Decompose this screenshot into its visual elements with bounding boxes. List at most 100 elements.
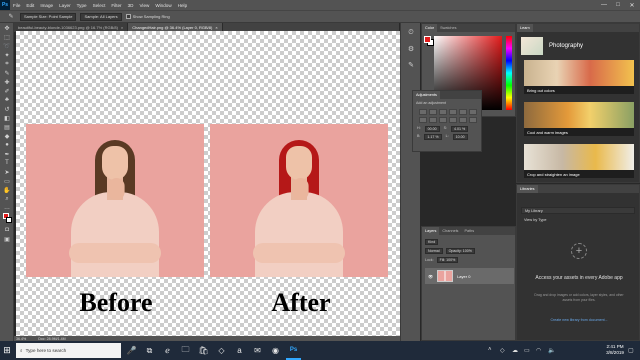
crop-tool-icon[interactable]: ⌗ [2,60,12,68]
background-color-swatch[interactable] [6,217,12,223]
kind-filter-select[interactable]: Kind [425,238,439,245]
quick-mask-icon[interactable]: ◘ [2,226,12,234]
create-library-link[interactable]: Create new library from document... [527,318,631,322]
sample-select[interactable]: Sample: All Layers [80,12,122,21]
pen-tool-icon[interactable]: ✒ [2,150,12,158]
channel-mixer-icon[interactable] [449,117,457,123]
menu-image[interactable]: Image [37,3,56,8]
photo-filter-icon[interactable] [439,117,447,123]
menu-file[interactable]: File [10,3,23,8]
invert-icon[interactable] [469,117,477,123]
brush-tool-icon[interactable]: ✐ [2,87,12,95]
taskbar-search[interactable]: ⌕ Type here to search [16,343,121,358]
clone-stamp-icon[interactable]: ♣ [2,96,12,104]
marquee-tool-icon[interactable]: ⬚ [2,33,12,41]
task-view-icon[interactable]: ⧉ [142,341,157,360]
sample-size-select[interactable]: Sample Size: Point Sample [20,12,77,21]
move-tool-icon[interactable]: ✥ [2,24,12,32]
color-swatches[interactable] [2,213,12,225]
tab-libraries[interactable]: Libraries [517,185,538,193]
h-field[interactable]: 00.00 [424,126,440,132]
app-icon[interactable]: ◉ [268,341,283,360]
shape-tool-icon[interactable]: ▭ [2,177,12,185]
menu-layer[interactable]: Layer [56,3,74,8]
zoom-tool-icon[interactable]: ⌕ [2,195,12,203]
visibility-eye-icon[interactable]: 👁 [428,274,433,279]
menu-edit[interactable]: Edit [23,3,37,8]
tab-learn[interactable]: Learn [517,24,533,32]
tab-layers[interactable]: Layers [422,227,440,235]
b-field[interactable]: 1.17 % [424,134,442,140]
history-brush-icon[interactable]: ↺ [2,105,12,113]
tab-adjustments[interactable]: Adjustments [413,91,440,99]
close-tab-icon[interactable]: × [121,25,123,30]
history-icon[interactable]: ⏲ [405,27,417,39]
store-icon[interactable]: 🛍 [196,341,211,360]
tab-paths[interactable]: Paths [461,227,477,235]
menu-view[interactable]: View [136,3,152,8]
hue-saturation-icon[interactable] [469,109,477,115]
tab-color[interactable]: Color [422,24,438,32]
foreground-color-swatch[interactable] [424,36,431,43]
menu-filter[interactable]: Filter [108,3,124,8]
menu-window[interactable]: Window [152,3,174,8]
blend-mode-select[interactable]: Normal [425,247,443,254]
notifications-icon[interactable]: ▢ [628,347,634,354]
healing-brush-icon[interactable]: ✚ [2,78,12,86]
shopping-icon[interactable]: a [232,341,247,360]
menu-select[interactable]: Select [90,3,109,8]
hue-slider[interactable] [506,36,512,110]
s-field[interactable]: 4.01 % [451,126,469,132]
screen-mode-icon[interactable]: ▣ [2,235,12,243]
battery-icon[interactable]: ▭ [524,347,530,354]
layer-name[interactable]: Layer 0 [457,274,470,279]
black-white-icon[interactable] [429,117,437,123]
hand-tool-icon[interactable]: ✋ [2,186,12,194]
taskbar-clock[interactable]: 2:41 PM 3/8/2019 [606,344,624,356]
brightness-contrast-icon[interactable] [419,109,427,115]
fill-field[interactable]: Fill: 100% [436,256,459,263]
minimize-button[interactable]: — [598,0,610,10]
menu-help[interactable]: Help [175,3,190,8]
tab-swatches[interactable]: Swatches [437,24,459,32]
l-field[interactable]: 10.00 [452,134,468,140]
color-balance-icon[interactable] [419,117,427,123]
eraser-tool-icon[interactable]: ◧ [2,114,12,122]
type-tool-icon[interactable]: T [2,159,12,167]
tray-up-icon[interactable]: ˄ [488,347,492,353]
quick-select-tool-icon[interactable]: ✦ [2,51,12,59]
dropbox-icon[interactable]: ◇ [214,341,229,360]
document-canvas[interactable]: Before After [16,31,400,336]
opacity-field[interactable]: Opacity: 100% [445,247,475,254]
vibrance-icon[interactable] [459,109,467,115]
view-by-select[interactable]: View by Type [521,216,571,223]
learn-card-crop-straighten[interactable]: Crop and straighten an image [524,144,634,178]
add-asset-icon[interactable]: + [571,243,587,259]
edge-icon[interactable]: ℯ [160,341,175,360]
path-select-icon[interactable]: ➤ [2,168,12,176]
microphone-icon[interactable]: 🎤 [124,341,139,360]
library-select[interactable]: My Library [521,207,635,214]
mail-icon[interactable]: ✉ [250,341,265,360]
close-button[interactable]: ✕ [626,0,638,10]
menu-3d[interactable]: 3D [125,3,137,8]
blur-tool-icon[interactable]: ◆ [2,132,12,140]
maximize-button[interactable]: □ [612,0,624,10]
gradient-tool-icon[interactable]: ▤ [2,123,12,131]
wifi-icon[interactable]: ◠ [536,347,541,354]
dodge-tool-icon[interactable]: ● [2,141,12,149]
levels-icon[interactable] [429,109,437,115]
layer-row[interactable]: 👁 Layer 0 [425,268,514,284]
exposure-icon[interactable] [449,109,457,115]
cloud-tray-icon[interactable]: ☁ [512,347,518,354]
windows-start-icon[interactable]: ⊞ [0,341,14,360]
lasso-tool-icon[interactable]: ➰ [2,42,12,50]
color-lookup-icon[interactable] [459,117,467,123]
eyedropper-icon[interactable]: ✎ [2,69,12,77]
menu-type[interactable]: Type [74,3,90,8]
dropbox-tray-icon[interactable]: ◇ [500,347,505,354]
volume-icon[interactable]: 🔈 [548,347,555,354]
more-tools-icon[interactable]: … [2,204,12,212]
tab-channels[interactable]: Channels [439,227,461,235]
show-sampling-ring-checkbox[interactable]: Show Sampling Ring [125,14,170,19]
